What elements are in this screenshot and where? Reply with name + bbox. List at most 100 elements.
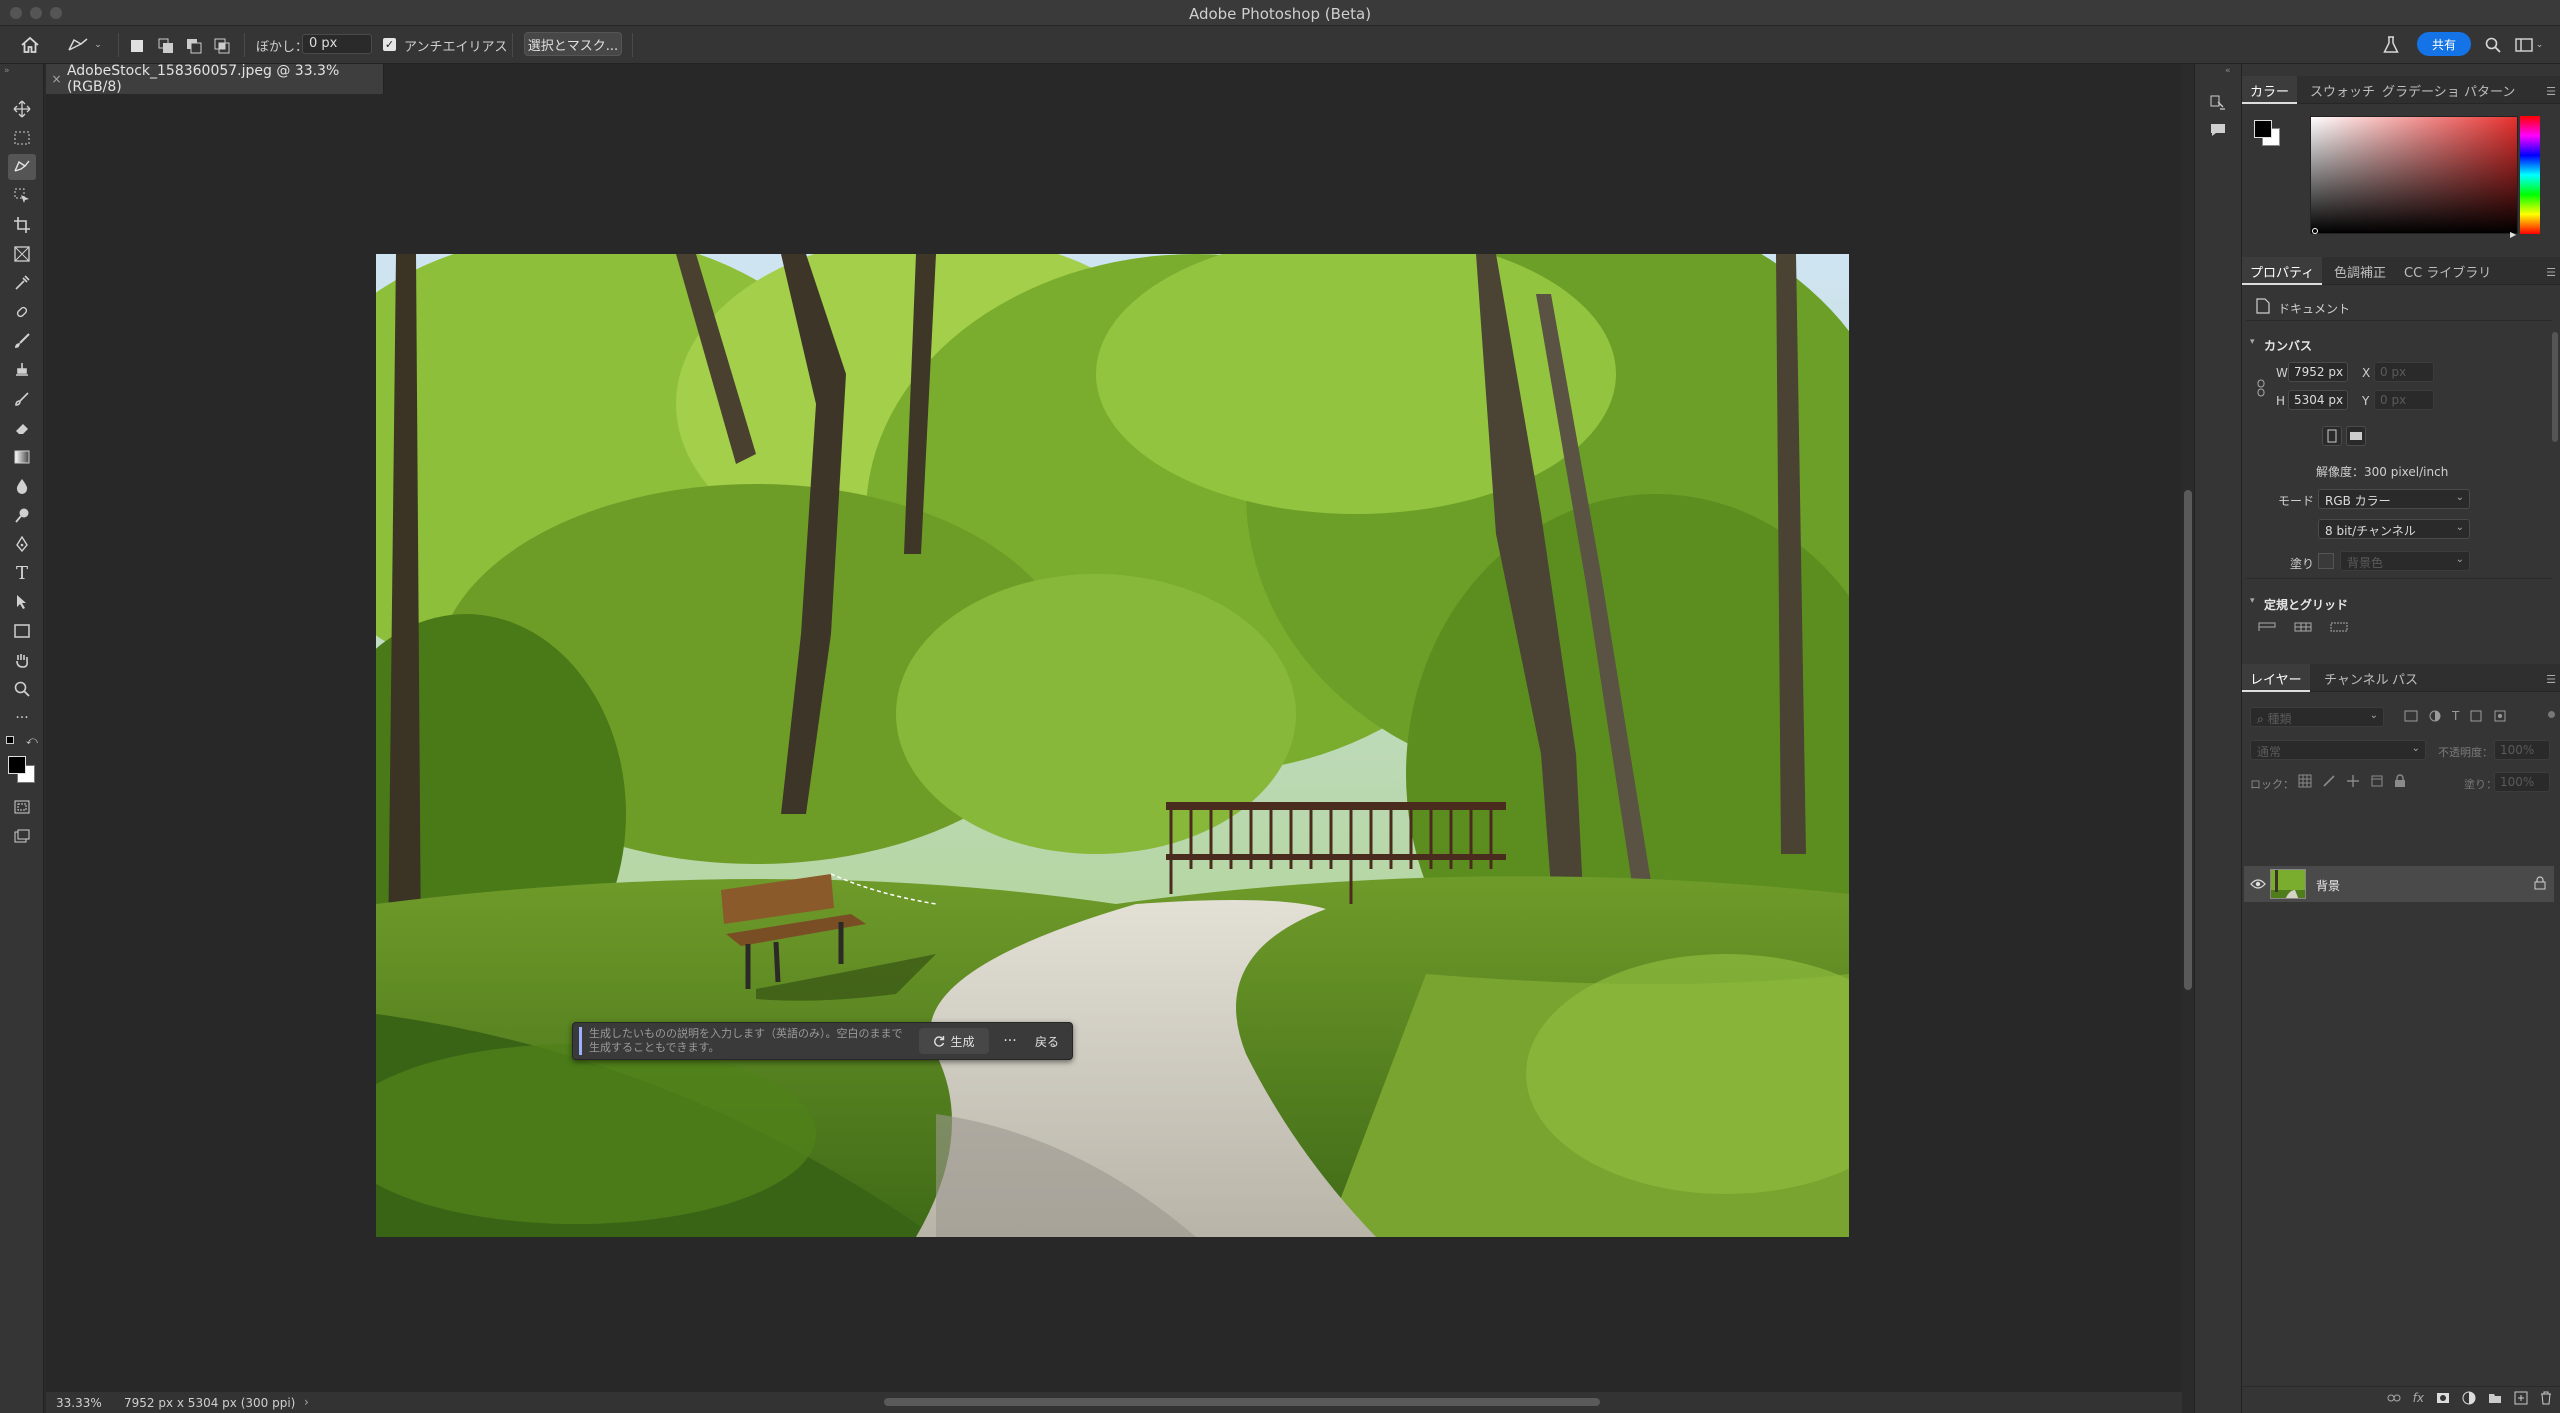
tab-layers[interactable]: レイヤー <box>2242 664 2310 692</box>
tab-channels[interactable]: チャンネル <box>2324 664 2389 692</box>
screen-mode-icon[interactable] <box>8 823 36 849</box>
tab-patterns[interactable]: パターン <box>2464 76 2515 104</box>
link-layers-icon[interactable] <box>2387 1393 2401 1403</box>
horizontal-scroll-thumb[interactable] <box>884 1398 1600 1406</box>
back-button[interactable]: 戻る <box>1029 1028 1065 1054</box>
layer-name[interactable]: 背景 <box>2316 877 2340 894</box>
filter-toggle-icon[interactable] <box>2548 711 2555 718</box>
more-tools-icon[interactable]: ··· <box>8 705 36 731</box>
generative-prompt-input[interactable]: 生成したいものの説明を入力します（英語のみ）。空白のままで生成することもできます… <box>579 1027 912 1055</box>
type-filter-icon[interactable]: T <box>2452 709 2459 723</box>
delete-layer-icon[interactable] <box>2540 1391 2552 1405</box>
tab-color[interactable]: カラー <box>2242 76 2298 104</box>
home-icon[interactable] <box>18 34 42 56</box>
search-icon[interactable] <box>2482 34 2504 56</box>
color-foreground-swatch[interactable] <box>2254 120 2272 138</box>
tool-preset-picker[interactable]: ⌄ <box>62 34 106 56</box>
foreground-color-swatch[interactable] <box>8 756 26 774</box>
lock-transparent-icon[interactable] <box>2298 774 2312 788</box>
comments-panel-icon[interactable] <box>2209 122 2227 138</box>
layer-filter-select[interactable]: ⌕ 種類 ⌄ <box>2250 707 2384 727</box>
layer-row[interactable]: 背景 <box>2244 866 2554 902</box>
rulers-section-header[interactable]: 定規とグリッド <box>2264 596 2348 613</box>
chevron-down-icon[interactable]: ▾ <box>2250 596 2255 606</box>
more-options-button[interactable]: ··· <box>997 1028 1023 1054</box>
default-colors-icon[interactable] <box>6 736 14 744</box>
workspace-icon[interactable]: ⌄ <box>2512 34 2546 56</box>
properties-scrollbar[interactable] <box>2552 332 2558 442</box>
share-button[interactable]: 共有 <box>2417 32 2471 56</box>
tab-swatches[interactable]: スウォッチ <box>2310 76 2375 104</box>
add-selection-icon[interactable] <box>157 35 175 57</box>
tab-adjustments[interactable]: 色調補正 <box>2334 257 2386 285</box>
lasso-tool-icon[interactable] <box>8 154 36 180</box>
gradient-tool-icon[interactable] <box>8 444 36 470</box>
grid-icon[interactable] <box>2294 622 2312 632</box>
x-input[interactable]: 0 px <box>2374 362 2434 382</box>
subtract-selection-icon[interactable] <box>185 35 203 57</box>
blur-tool-icon[interactable] <box>8 473 36 499</box>
panel-menu-icon[interactable]: ☰ <box>2546 266 2556 279</box>
lock-artboard-icon[interactable] <box>2370 774 2384 788</box>
layer-lock-icon[interactable] <box>2534 876 2546 890</box>
adjustment-layer-icon[interactable] <box>2462 1391 2476 1405</box>
color-picker-field[interactable] <box>2310 116 2518 234</box>
crop-tool-icon[interactable] <box>8 212 36 238</box>
tab-paths[interactable]: パス <box>2392 664 2418 692</box>
eyedropper-tool-icon[interactable] <box>8 270 36 296</box>
ruler-icon[interactable] <box>2258 622 2276 632</box>
fx-icon[interactable]: fx <box>2413 1391 2424 1405</box>
new-selection-icon[interactable] <box>128 35 146 57</box>
intersect-selection-icon[interactable] <box>213 35 231 57</box>
link-icon[interactable] <box>2256 379 2266 397</box>
fill-color-swatch[interactable] <box>2318 553 2334 569</box>
adjustment-filter-icon[interactable] <box>2428 709 2442 723</box>
zoom-level[interactable]: 33.33% <box>56 1396 102 1410</box>
history-panel-icon[interactable] <box>2209 94 2227 112</box>
color-picker-cursor[interactable] <box>2312 228 2318 234</box>
dodge-tool-icon[interactable] <box>8 502 36 528</box>
new-layer-icon[interactable] <box>2514 1391 2528 1405</box>
layer-fill-input[interactable]: 100% <box>2494 772 2550 792</box>
brush-tool-icon[interactable] <box>8 328 36 354</box>
lock-position-icon[interactable] <box>2346 774 2360 788</box>
close-tab-icon[interactable]: × <box>46 72 67 86</box>
eraser-tool-icon[interactable] <box>8 415 36 441</box>
status-menu-arrow[interactable]: › <box>304 1395 309 1409</box>
hand-tool-icon[interactable] <box>8 647 36 673</box>
opacity-input[interactable]: 100% <box>2494 740 2550 760</box>
eye-icon[interactable] <box>2250 878 2266 890</box>
move-tool-icon[interactable] <box>8 96 36 122</box>
lock-all-icon[interactable] <box>2394 774 2406 788</box>
tab-gradients[interactable]: グラデーショ <box>2382 76 2460 104</box>
mode-select[interactable]: RGB カラー ⌄ <box>2318 489 2470 509</box>
history-brush-tool-icon[interactable] <box>8 386 36 412</box>
tab-cc-libraries[interactable]: CC ライブラリ <box>2404 257 2491 285</box>
landscape-orientation-icon[interactable] <box>2346 426 2366 446</box>
select-and-mask-button[interactable]: 選択とマスク... <box>524 32 622 56</box>
rectangle-tool-icon[interactable] <box>8 618 36 644</box>
zoom-tool-icon[interactable] <box>8 676 36 702</box>
chevron-down-icon[interactable]: ▾ <box>2250 337 2255 347</box>
tab-properties[interactable]: プロパティ <box>2242 257 2323 285</box>
fill-select[interactable]: 背景色 ⌄ <box>2340 551 2470 571</box>
blend-mode-select[interactable]: 通常 ⌄ <box>2250 740 2426 760</box>
pixel-filter-icon[interactable] <box>2404 709 2418 723</box>
document-tab[interactable]: × AdobeStock_158360057.jpeg @ 33.3% (RGB… <box>46 63 384 95</box>
bit-depth-select[interactable]: 8 bit/チャンネル ⌄ <box>2318 519 2470 539</box>
width-input[interactable]: 7952 px <box>2288 362 2348 382</box>
y-input[interactable]: 0 px <box>2374 390 2434 410</box>
panel-menu-icon[interactable]: ☰ <box>2546 85 2556 98</box>
type-tool-icon[interactable]: T <box>8 560 36 586</box>
canvas-section-header[interactable]: カンバス <box>2264 337 2312 354</box>
antialias-checkbox[interactable]: ✓ <box>383 38 396 51</box>
guides-icon[interactable] <box>2330 622 2348 632</box>
frame-tool-icon[interactable] <box>8 241 36 267</box>
pen-tool-icon[interactable] <box>8 531 36 557</box>
canvas-image[interactable] <box>376 254 1849 1237</box>
object-selection-tool-icon[interactable] <box>8 183 36 209</box>
feather-input[interactable]: 0 px <box>302 34 372 54</box>
generate-button[interactable]: 生成 <box>919 1028 989 1054</box>
new-group-icon[interactable] <box>2488 1392 2502 1404</box>
quick-mask-icon[interactable] <box>8 794 36 820</box>
